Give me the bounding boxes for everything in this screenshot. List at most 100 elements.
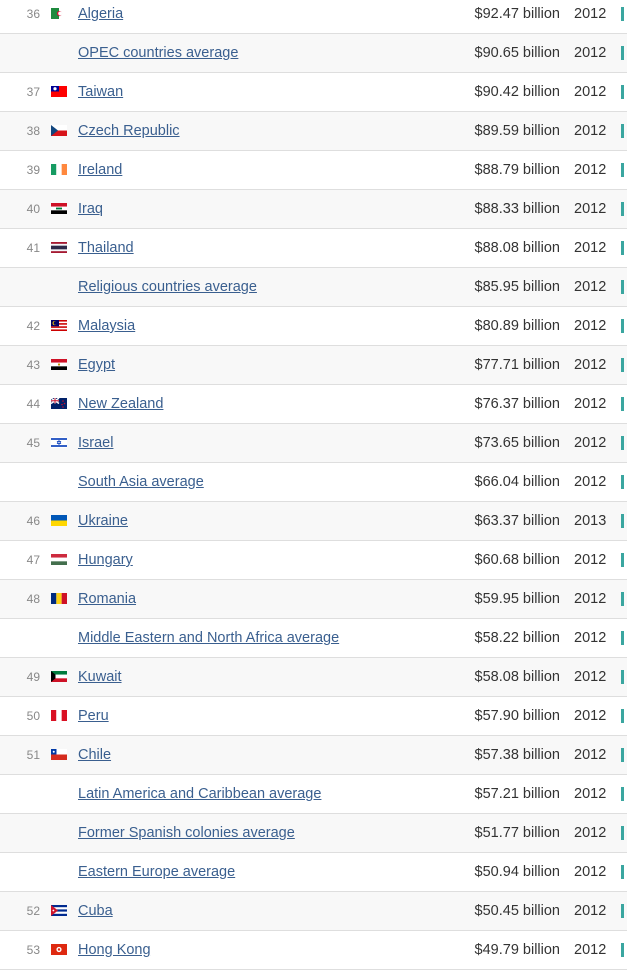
country-link[interactable]: Israel — [78, 435, 113, 451]
year-cell: 2013 — [574, 513, 607, 529]
country-link[interactable]: Ukraine — [78, 513, 128, 529]
value-bar — [621, 85, 624, 99]
value-bar — [621, 904, 624, 918]
country-link[interactable]: New Zealand — [78, 396, 163, 412]
country-link[interactable]: Eastern Europe average — [78, 864, 235, 880]
value-cell: $58.08 billion — [474, 669, 560, 685]
table-row: 42 Malaysia $80.89 billion 2012 — [0, 307, 627, 346]
table-row: 46 Ukraine $63.37 billion 2013 — [0, 502, 627, 541]
value-cell: $77.71 billion — [474, 357, 560, 373]
algeria-flag-icon — [51, 8, 67, 19]
year-cell: 2012 — [574, 630, 607, 646]
year-cell: 2012 — [574, 708, 607, 724]
value-bar — [621, 748, 624, 762]
country-link[interactable]: Chile — [78, 747, 111, 763]
year-cell: 2012 — [574, 474, 607, 490]
hongkong-flag-icon — [51, 944, 67, 955]
value-cell: $73.65 billion — [474, 435, 560, 451]
country-link[interactable]: Taiwan — [78, 84, 123, 100]
year-cell: 2012 — [574, 84, 607, 100]
value-bar — [621, 787, 624, 801]
table-row: 53 Hong Kong $49.79 billion 2012 — [0, 931, 627, 970]
value-bar — [621, 358, 624, 372]
year-cell: 2012 — [574, 669, 607, 685]
year-cell: 2012 — [574, 435, 607, 451]
country-link[interactable]: Egypt — [78, 357, 115, 373]
country-link[interactable]: Peru — [78, 708, 109, 724]
rank-number: 51 — [26, 748, 40, 762]
value-cell: $60.68 billion — [474, 552, 560, 568]
value-cell: $50.94 billion — [474, 864, 560, 880]
ranking-table: 36 Algeria $92.47 billion 2012 OPEC countrie… — [0, 0, 627, 970]
table-row: OPEC countries average $90.65 billion 2012 — [0, 34, 627, 73]
rank-number: 52 — [26, 904, 40, 918]
table-row: Latin America and Caribbean average $57.2… — [0, 775, 627, 814]
rank-number: 41 — [26, 241, 40, 255]
value-cell: $89.59 billion — [474, 123, 560, 139]
country-link[interactable]: Iraq — [78, 201, 103, 217]
rank-number: 39 — [26, 163, 40, 177]
value-bar — [621, 514, 624, 528]
year-cell: 2012 — [574, 552, 607, 568]
country-link[interactable]: Malaysia — [78, 318, 135, 334]
year-cell: 2012 — [574, 45, 607, 61]
czech-flag-icon — [51, 125, 67, 136]
value-bar — [621, 631, 624, 645]
table-row: 38 Czech Republic $89.59 billion 2012 — [0, 112, 627, 151]
table-row: 43 Egypt $77.71 billion 2012 — [0, 346, 627, 385]
rank-number: 44 — [26, 397, 40, 411]
ireland-flag-icon — [51, 164, 67, 175]
rank-number: 36 — [26, 7, 40, 21]
country-link[interactable]: Romania — [78, 591, 136, 607]
year-cell: 2012 — [574, 6, 607, 22]
value-cell: $50.45 billion — [474, 903, 560, 919]
value-bar — [621, 436, 624, 450]
year-cell: 2012 — [574, 123, 607, 139]
rank-number: 37 — [26, 85, 40, 99]
year-cell: 2012 — [574, 942, 607, 958]
country-link[interactable]: Algeria — [78, 6, 123, 22]
value-bar — [621, 943, 624, 957]
year-cell: 2012 — [574, 201, 607, 217]
year-cell: 2012 — [574, 318, 607, 334]
country-link[interactable]: Hungary — [78, 552, 133, 568]
value-bar — [621, 670, 624, 684]
value-bar — [621, 241, 624, 255]
value-cell: $51.77 billion — [474, 825, 560, 841]
value-bar — [621, 46, 624, 60]
value-cell: $80.89 billion — [474, 318, 560, 334]
value-bar — [621, 319, 624, 333]
year-cell: 2012 — [574, 747, 607, 763]
value-cell: $57.21 billion — [474, 786, 560, 802]
rank-number: 38 — [26, 124, 40, 138]
country-link[interactable]: OPEC countries average — [78, 45, 238, 61]
value-cell: $90.65 billion — [474, 45, 560, 61]
table-row: 44 New Zealand $76.37 billion 2012 — [0, 385, 627, 424]
table-row: Middle Eastern and North Africa average $… — [0, 619, 627, 658]
country-link[interactable]: Cuba — [78, 903, 113, 919]
value-cell: $76.37 billion — [474, 396, 560, 412]
country-link[interactable]: Kuwait — [78, 669, 122, 685]
country-link[interactable]: Thailand — [78, 240, 134, 256]
country-link[interactable]: Former Spanish colonies average — [78, 825, 295, 841]
year-cell: 2012 — [574, 279, 607, 295]
country-link[interactable]: Czech Republic — [78, 123, 180, 139]
country-link[interactable]: South Asia average — [78, 474, 204, 490]
taiwan-flag-icon — [51, 86, 67, 97]
value-cell: $85.95 billion — [474, 279, 560, 295]
table-row: 52 Cuba $50.45 billion 2012 — [0, 892, 627, 931]
kuwait-flag-icon — [51, 671, 67, 682]
year-cell: 2012 — [574, 591, 607, 607]
value-bar — [621, 397, 624, 411]
country-link[interactable]: Ireland — [78, 162, 122, 178]
country-link[interactable]: Latin America and Caribbean average — [78, 786, 321, 802]
rank-number: 45 — [26, 436, 40, 450]
hungary-flag-icon — [51, 554, 67, 565]
year-cell: 2012 — [574, 357, 607, 373]
value-bar — [621, 280, 624, 294]
country-link[interactable]: Hong Kong — [78, 942, 151, 958]
country-link[interactable]: Religious countries average — [78, 279, 257, 295]
value-cell: $63.37 billion — [474, 513, 560, 529]
country-link[interactable]: Middle Eastern and North Africa average — [78, 630, 339, 646]
rank-number: 53 — [26, 943, 40, 957]
